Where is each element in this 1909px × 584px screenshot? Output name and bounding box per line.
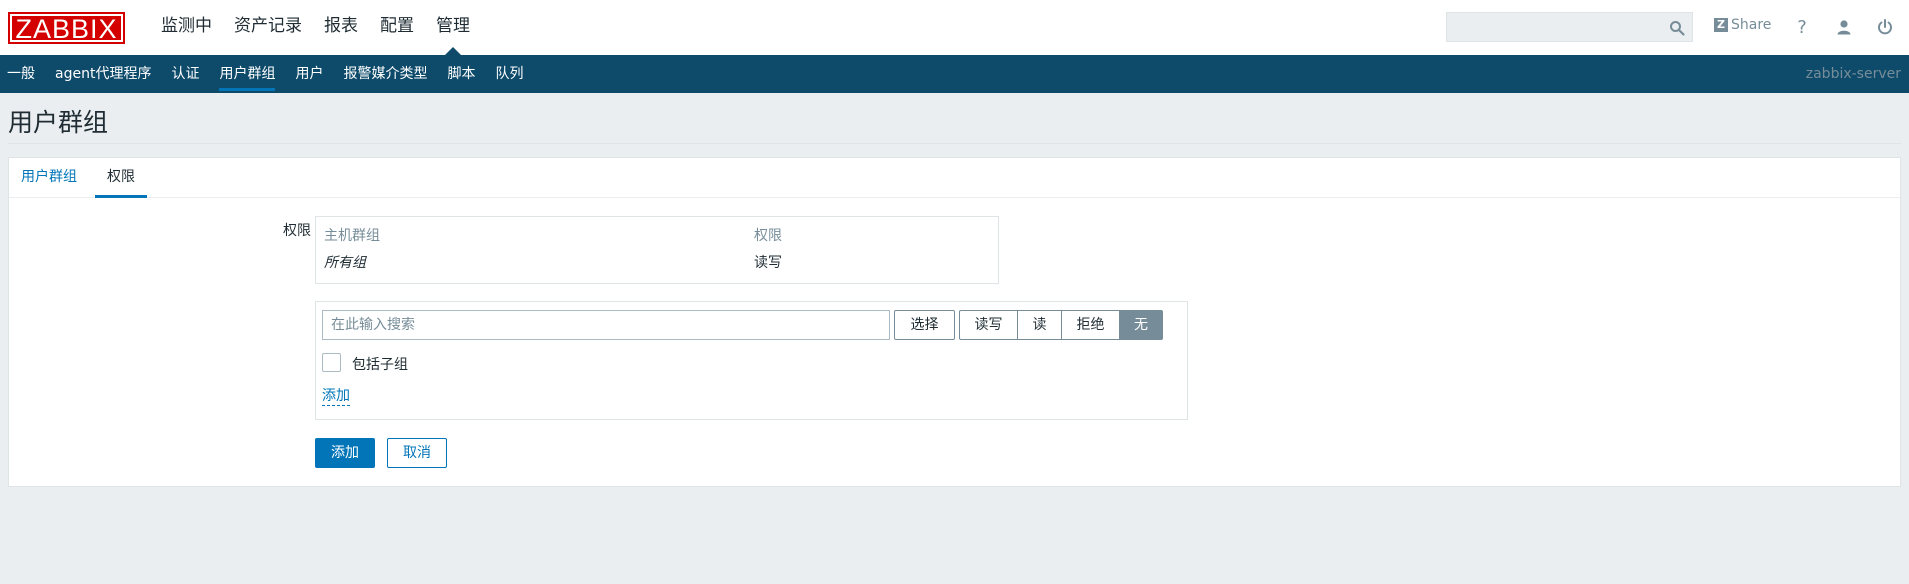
subnav-scripts[interactable]: 脚本 — [439, 55, 487, 93]
permission-read-write[interactable]: 读写 — [959, 310, 1018, 340]
subnav-media-types[interactable]: 报警媒介类型 — [335, 55, 439, 93]
column-header-permission: 权限 — [754, 228, 782, 244]
include-subgroups-checkbox[interactable] — [322, 353, 341, 372]
permission-read[interactable]: 读 — [1017, 310, 1062, 340]
subnav-queue[interactable]: 队列 — [487, 55, 535, 93]
global-search — [1446, 12, 1693, 42]
include-subgroups-label[interactable]: 包括子组 — [352, 354, 408, 374]
nav-inventory[interactable]: 资产记录 — [223, 0, 313, 55]
subnav-authentication[interactable]: 认证 — [163, 55, 211, 93]
subnav-proxies[interactable]: agent代理程序 — [47, 55, 163, 93]
nav-monitoring[interactable]: 监测中 — [150, 0, 223, 55]
title-divider — [8, 143, 1901, 144]
table-row-permission: 读写 — [754, 255, 782, 271]
zabbix-logo[interactable]: ZABBIX — [8, 12, 125, 44]
column-header-host-group: 主机群组 — [324, 228, 380, 244]
server-name: zabbix-server — [1805, 66, 1901, 82]
subnav-users[interactable]: 用户 — [287, 55, 335, 93]
nav-configuration[interactable]: 配置 — [369, 0, 425, 55]
nav-administration[interactable]: 管理 — [425, 0, 481, 55]
permissions-label: 权限 — [283, 223, 311, 239]
user-group-form: 用户群组 权限 权限 主机群组 权限 所有组 读写 选择 读写 读 拒绝 无 包… — [8, 157, 1901, 487]
sub-nav: 一般 agent代理程序 认证 用户群组 用户 报警媒介类型 脚本 队列 zab… — [0, 55, 1909, 93]
tab-permissions[interactable]: 权限 — [95, 158, 147, 198]
cancel-button[interactable]: 取消 — [387, 438, 447, 468]
host-group-search-input[interactable] — [323, 311, 889, 339]
add-permission-box: 选择 读写 读 拒绝 无 包括子组 添加 — [315, 301, 1188, 420]
page-title: 用户群组 — [8, 108, 109, 137]
sign-out-icon[interactable] — [1874, 16, 1896, 38]
profile-icon[interactable] — [1833, 16, 1855, 38]
subnav-general[interactable]: 一般 — [0, 55, 47, 93]
top-header: ZABBIX 监测中 资产记录 报表 配置 管理 Z Share ? — [0, 0, 1909, 55]
main-nav: 监测中 资产记录 报表 配置 管理 — [150, 0, 481, 55]
host-group-multiselect — [322, 310, 890, 340]
add-button[interactable]: 添加 — [315, 438, 375, 468]
tab-user-group[interactable]: 用户群组 — [9, 158, 89, 198]
search-icon[interactable] — [1669, 20, 1685, 36]
help-icon[interactable]: ? — [1791, 16, 1813, 38]
share-link[interactable]: Z Share — [1714, 17, 1771, 33]
share-label: Share — [1731, 17, 1772, 33]
subnav-user-groups[interactable]: 用户群组 — [211, 55, 287, 93]
form-tabs: 用户群组 权限 — [9, 158, 1900, 198]
permission-none[interactable]: 无 — [1119, 310, 1163, 340]
permission-radio-group: 读写 读 拒绝 无 — [959, 310, 1163, 340]
global-search-input[interactable] — [1447, 13, 1692, 41]
permissions-table: 主机群组 权限 所有组 读写 — [315, 216, 999, 284]
nav-reports[interactable]: 报表 — [313, 0, 369, 55]
permission-deny[interactable]: 拒绝 — [1061, 310, 1120, 340]
table-row-group: 所有组 — [324, 255, 366, 271]
add-permission-link[interactable]: 添加 — [322, 388, 350, 406]
select-button[interactable]: 选择 — [894, 310, 955, 340]
share-icon: Z — [1714, 18, 1728, 32]
